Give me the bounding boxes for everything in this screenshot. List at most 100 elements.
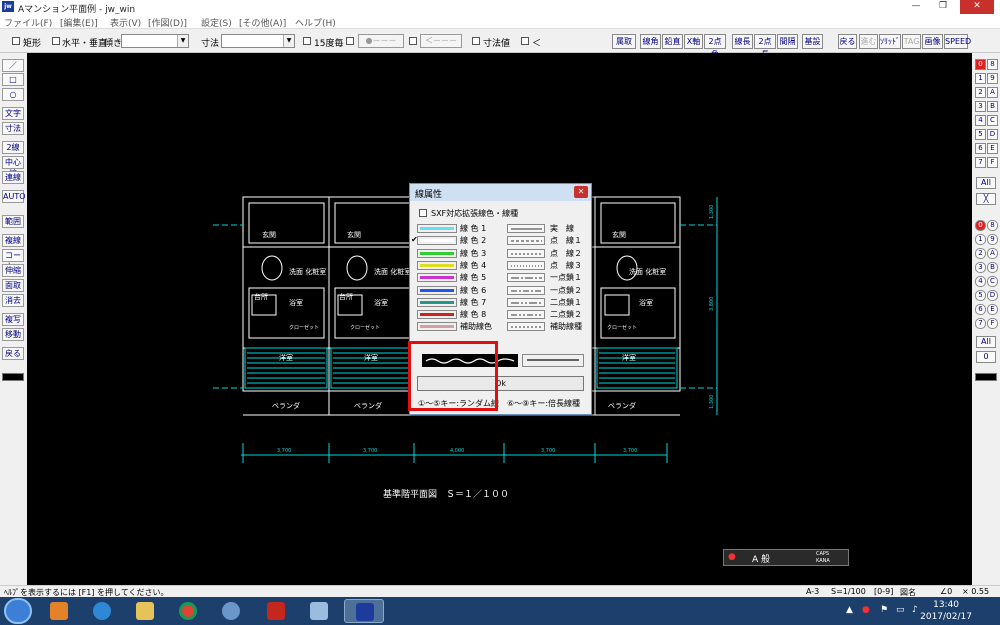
layer-group-7[interactable]: 7 bbox=[975, 157, 986, 168]
dot-checkbox[interactable] bbox=[346, 37, 354, 45]
file-explorer-icon[interactable] bbox=[125, 599, 165, 623]
line-color-swatch[interactable] bbox=[417, 297, 457, 307]
tray-flag-icon[interactable]: ⚑ bbox=[880, 605, 888, 615]
layer-zero-button[interactable]: 0 bbox=[976, 351, 996, 363]
menu-file[interactable]: ファイル(F) bbox=[4, 16, 52, 29]
tool-move[interactable]: 移動 bbox=[2, 328, 24, 341]
line-type-swatch[interactable] bbox=[507, 224, 545, 233]
arrow-line-button[interactable]: ＜－－－ bbox=[420, 34, 462, 48]
layer-group-9[interactable]: 9 bbox=[987, 73, 998, 84]
clock[interactable]: 13:40 2017/02/17 bbox=[920, 599, 972, 623]
tray-arrow-icon[interactable]: ▲ bbox=[846, 605, 853, 615]
line-type-label[interactable]: 二点鎖１ bbox=[550, 297, 582, 308]
layer-4[interactable]: 4 bbox=[975, 276, 986, 287]
line-type-label[interactable]: 一点鎖２ bbox=[550, 285, 582, 296]
start-button[interactable] bbox=[4, 598, 32, 624]
layer-all-button[interactable]: All bbox=[976, 336, 996, 348]
line-color-swatch[interactable] bbox=[417, 260, 457, 270]
line-type-swatch[interactable] bbox=[507, 310, 545, 320]
tool-connect-line[interactable]: 連線 bbox=[2, 171, 24, 184]
line-color-label[interactable]: 線 色 4 bbox=[460, 260, 486, 271]
layer-f[interactable]: F bbox=[987, 318, 998, 329]
layer-7[interactable]: 7 bbox=[975, 318, 986, 329]
layer-group-6[interactable]: 6 bbox=[975, 143, 986, 154]
line-type-label[interactable]: 実 線 bbox=[550, 223, 574, 234]
maximize-button[interactable]: ❐ bbox=[930, 0, 956, 14]
layer-c[interactable]: C bbox=[987, 276, 998, 287]
attr-get-button[interactable]: 属取 bbox=[612, 34, 636, 49]
line-length-button[interactable]: 線長 bbox=[732, 34, 753, 49]
tray-volume-icon[interactable]: ♪ bbox=[912, 605, 918, 615]
tool-copy[interactable]: 複写 bbox=[2, 313, 24, 326]
menu-other[interactable]: [その他(A)] bbox=[239, 16, 286, 29]
solid-button[interactable]: ｿﾘｯﾄﾞ bbox=[879, 34, 901, 49]
layer-group-3[interactable]: 3 bbox=[975, 101, 986, 112]
line-type-indicator[interactable] bbox=[2, 373, 24, 381]
interval-button[interactable]: 間隔 bbox=[777, 34, 798, 49]
line-type-swatch[interactable] bbox=[507, 273, 545, 283]
line-color-swatch[interactable] bbox=[417, 310, 457, 320]
tool-text[interactable]: 文字 bbox=[2, 107, 24, 120]
line-color-label[interactable]: 補助線色 bbox=[460, 321, 492, 332]
layer-3[interactable]: 3 bbox=[975, 262, 986, 273]
line-color-label[interactable]: 線 色 8 bbox=[460, 309, 486, 320]
line-type-label[interactable]: 一点鎖１ bbox=[550, 272, 582, 283]
internet-explorer-icon[interactable] bbox=[82, 599, 122, 623]
line-color-label[interactable]: 線 色 7 bbox=[460, 297, 486, 308]
line-color-label[interactable]: 線 色 3 bbox=[460, 248, 486, 259]
layer-6[interactable]: 6 bbox=[975, 304, 986, 315]
line-color-label[interactable]: 線 色 2 bbox=[460, 235, 486, 246]
line-type-swatch[interactable] bbox=[507, 297, 545, 307]
two-point-length-button[interactable]: 2点長 bbox=[754, 34, 776, 59]
rect-checkbox[interactable] bbox=[12, 37, 20, 45]
menu-view[interactable]: 表示(V) bbox=[110, 16, 141, 29]
tool-offset[interactable]: 複線 bbox=[2, 234, 24, 247]
close-button[interactable]: ✕ bbox=[960, 0, 994, 14]
tool-circle[interactable]: ○ bbox=[2, 88, 24, 101]
line-type-swatch[interactable] bbox=[507, 322, 545, 332]
layer-2[interactable]: 2 bbox=[975, 248, 986, 259]
line-color-label[interactable]: 線 色 5 bbox=[460, 272, 486, 283]
layer-group-2[interactable]: 2 bbox=[975, 87, 986, 98]
layer-e[interactable]: E bbox=[987, 304, 998, 315]
tool-range[interactable]: 範囲 bbox=[2, 215, 24, 228]
line-type-label[interactable]: 点 線１ bbox=[550, 235, 582, 246]
redo-button[interactable]: 進む bbox=[859, 34, 878, 49]
dialog-close-button[interactable]: ✕ bbox=[574, 186, 588, 198]
line-color-swatch[interactable] bbox=[417, 285, 457, 295]
status-scale[interactable]: S=1/100 bbox=[831, 587, 866, 596]
layer-a[interactable]: A bbox=[987, 248, 998, 259]
layer-group-a[interactable]: A bbox=[987, 87, 998, 98]
dim-combo[interactable]: ▼ bbox=[221, 34, 295, 48]
tool-auto[interactable]: AUTO bbox=[2, 190, 26, 203]
line-color-swatch[interactable] bbox=[417, 224, 457, 233]
horizontal-vertical-checkbox[interactable] bbox=[52, 37, 60, 45]
menu-edit[interactable]: [編集(E)] bbox=[60, 16, 98, 29]
layer-b[interactable]: B bbox=[987, 262, 998, 273]
tag-button[interactable]: TAG bbox=[902, 34, 921, 49]
status-angle[interactable]: ∠0 bbox=[940, 587, 952, 596]
tool-corner[interactable]: コーナー bbox=[2, 249, 24, 271]
tool-center-line[interactable]: 中心線 bbox=[2, 156, 24, 178]
sxf-checkbox[interactable] bbox=[419, 209, 427, 217]
x-axis-button[interactable]: X軸 bbox=[684, 34, 703, 49]
line-type-indicator[interactable] bbox=[975, 373, 997, 381]
tilt-combo[interactable]: ▼ bbox=[121, 34, 189, 48]
menu-draw[interactable]: [作図(D)] bbox=[148, 16, 187, 29]
layer-group-0[interactable]: 0 bbox=[975, 59, 986, 70]
layer-1[interactable]: 1 bbox=[975, 234, 986, 245]
layer-group-all-button[interactable]: All bbox=[976, 177, 996, 189]
speed-button[interactable]: SPEED bbox=[944, 34, 971, 49]
line-type-swatch[interactable] bbox=[507, 285, 545, 295]
base-set-button[interactable]: 基設 bbox=[802, 34, 823, 49]
line-type-swatch[interactable] bbox=[507, 248, 545, 258]
undo-button[interactable]: 戻る bbox=[838, 34, 857, 49]
status-paper[interactable]: A-3 bbox=[806, 587, 819, 596]
layer-x-button[interactable]: ╳ bbox=[976, 193, 996, 205]
two-point-angle-button[interactable]: 2点角 bbox=[704, 34, 726, 59]
line-type-label[interactable]: 二点鎖２ bbox=[550, 309, 582, 320]
layer-group-1[interactable]: 1 bbox=[975, 73, 986, 84]
menu-help[interactable]: ヘルプ(H) bbox=[295, 16, 336, 29]
tool-chamfer[interactable]: 面取 bbox=[2, 279, 24, 292]
arrow-checkbox[interactable] bbox=[409, 37, 417, 45]
